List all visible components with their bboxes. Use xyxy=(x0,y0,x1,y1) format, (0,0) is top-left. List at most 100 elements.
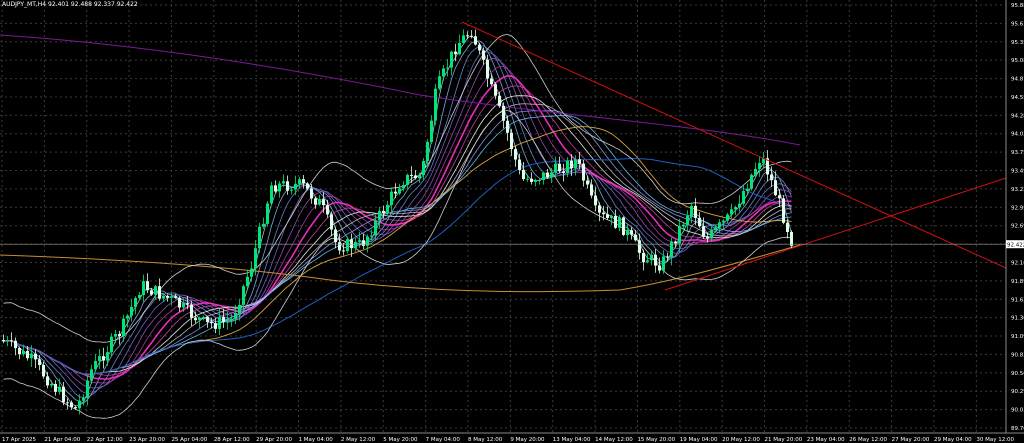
candle-body xyxy=(634,234,637,241)
candle-body xyxy=(522,169,525,180)
candle-body xyxy=(422,160,425,175)
candle-body xyxy=(578,159,581,164)
candle-body xyxy=(102,356,105,361)
candle-body xyxy=(610,215,613,218)
candle-body xyxy=(514,149,517,160)
candle-body xyxy=(270,185,273,204)
candle-body xyxy=(114,334,117,337)
candle-body xyxy=(218,317,221,329)
candle-body xyxy=(354,241,357,249)
candle-body xyxy=(6,340,9,342)
ma-ribbon-line xyxy=(3,115,792,375)
candle-body xyxy=(482,50,485,60)
candle-body xyxy=(374,220,377,236)
price-label: 90.295 xyxy=(1011,389,1024,395)
candle-body xyxy=(46,376,49,386)
candle-body xyxy=(358,240,361,242)
ma-ribbon-line xyxy=(3,40,792,404)
candle-body xyxy=(338,242,341,251)
candle-body xyxy=(438,76,441,89)
candle-body xyxy=(774,180,777,196)
candle-body xyxy=(782,198,785,223)
candle-body xyxy=(442,68,445,77)
candle-body xyxy=(758,163,761,169)
candle-body xyxy=(546,172,549,178)
candle-body xyxy=(406,174,409,185)
candle-body xyxy=(478,44,481,51)
candle-body xyxy=(182,303,185,308)
candle-body xyxy=(554,163,557,173)
candle-body xyxy=(170,296,173,298)
candle-body xyxy=(74,407,77,409)
candle-body xyxy=(234,313,237,319)
candle-body xyxy=(122,318,125,336)
candle-body xyxy=(614,215,617,228)
current-price-label: 92.422 xyxy=(1007,243,1024,249)
candle-body xyxy=(790,232,793,246)
time-label: 20 May 12:00 xyxy=(722,437,760,443)
candle-body xyxy=(26,350,29,359)
candle-body xyxy=(674,241,677,244)
candle-body xyxy=(106,352,109,361)
candle-body xyxy=(574,159,577,169)
candle-body xyxy=(662,256,665,271)
candle-body xyxy=(214,323,217,329)
candle-body xyxy=(334,229,337,243)
candle-body xyxy=(746,188,749,192)
candle-body xyxy=(378,210,381,221)
candle-body xyxy=(726,214,729,221)
candle-body xyxy=(350,239,353,249)
price-label: 94.285 xyxy=(1011,113,1024,119)
candle-body xyxy=(202,317,205,319)
candle-body xyxy=(730,209,733,215)
candle-body xyxy=(778,195,781,199)
candle-body xyxy=(50,383,53,386)
candle-body xyxy=(254,248,257,269)
candle-body xyxy=(206,317,209,323)
candle-body xyxy=(650,254,653,261)
candle-body xyxy=(534,180,537,182)
candle-body xyxy=(446,67,449,69)
candle-body xyxy=(38,359,41,365)
candle-body xyxy=(162,295,165,299)
time-label: 27 May 20:00 xyxy=(892,437,930,443)
candle-body xyxy=(2,340,5,342)
time-label: 25 Apr 04:00 xyxy=(171,437,207,443)
candle-body xyxy=(654,254,657,266)
candle-body xyxy=(590,184,593,196)
candle-body xyxy=(222,317,225,322)
candle-body xyxy=(594,195,597,206)
axes: 95.880 95.615 95.350 95.080 94.815 94.550 94.2… xyxy=(0,0,1024,443)
ma-ribbon-line xyxy=(3,103,792,375)
price-label: 89.765 xyxy=(1011,426,1024,432)
candle-body xyxy=(402,184,405,189)
candle-body xyxy=(382,210,385,214)
candle-body xyxy=(474,36,477,45)
candle-body xyxy=(226,320,229,322)
candle-body xyxy=(86,380,89,398)
candle-body xyxy=(498,95,501,106)
candle-body xyxy=(630,230,633,235)
candle-body xyxy=(598,205,601,213)
candle-body xyxy=(62,386,65,403)
candle-body xyxy=(230,318,233,321)
candle-body xyxy=(186,303,189,305)
candle-body xyxy=(298,179,301,184)
candle-body xyxy=(718,222,721,228)
candle-body xyxy=(770,174,773,181)
candle-body xyxy=(286,181,289,191)
candle-body xyxy=(118,334,121,336)
candle-body xyxy=(562,171,565,174)
chart-canvas[interactable]: 95.880 95.615 95.350 95.080 94.815 94.550 94.2… xyxy=(0,0,1024,443)
price-label: 92.955 xyxy=(1011,205,1024,211)
price-label: 91.360 xyxy=(1011,316,1024,322)
price-label: 90.560 xyxy=(1011,371,1024,377)
candle-body xyxy=(434,88,437,121)
candle-body xyxy=(754,168,757,175)
candle-body xyxy=(570,160,573,169)
candle-body xyxy=(510,132,513,150)
candle-body xyxy=(94,360,97,370)
candle-body xyxy=(394,191,397,194)
candle-body xyxy=(66,402,69,404)
candle-body xyxy=(606,214,609,218)
